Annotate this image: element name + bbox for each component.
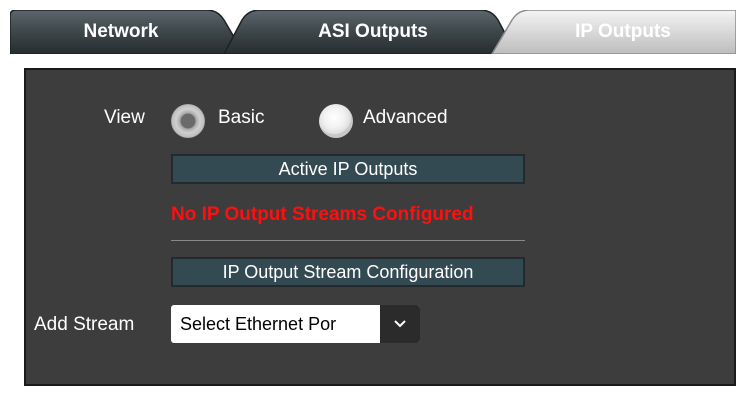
- add-stream-label: Add Stream: [34, 314, 135, 335]
- tab-asi-outputs[interactable]: ASI Outputs: [232, 10, 514, 54]
- stream-config-header: IP Output Stream Configuration: [171, 257, 525, 287]
- select-dropdown-button[interactable]: [380, 305, 420, 343]
- tab-ip-outputs[interactable]: IP Outputs: [510, 10, 736, 54]
- tab-panel: [10, 54, 736, 399]
- no-streams-warning: No IP Output Streams Configured: [171, 204, 474, 225]
- radio-advanced-label[interactable]: Advanced: [363, 107, 448, 129]
- ethernet-port-select-value: Select Ethernet Por: [180, 314, 337, 334]
- tab-network[interactable]: Network: [10, 10, 232, 54]
- ethernet-port-select[interactable]: Select Ethernet Por: [171, 305, 420, 343]
- radio-basic-label[interactable]: Basic: [218, 107, 264, 129]
- section-divider: [171, 240, 525, 241]
- view-label: View: [104, 107, 145, 128]
- active-ip-outputs-header: Active IP Outputs: [171, 154, 525, 184]
- radio-basic[interactable]: [171, 104, 205, 138]
- tab-bar: Network ASI Outputs IP Outputs: [10, 10, 736, 54]
- radio-advanced[interactable]: [319, 104, 353, 138]
- chevron-down-icon: [394, 320, 406, 328]
